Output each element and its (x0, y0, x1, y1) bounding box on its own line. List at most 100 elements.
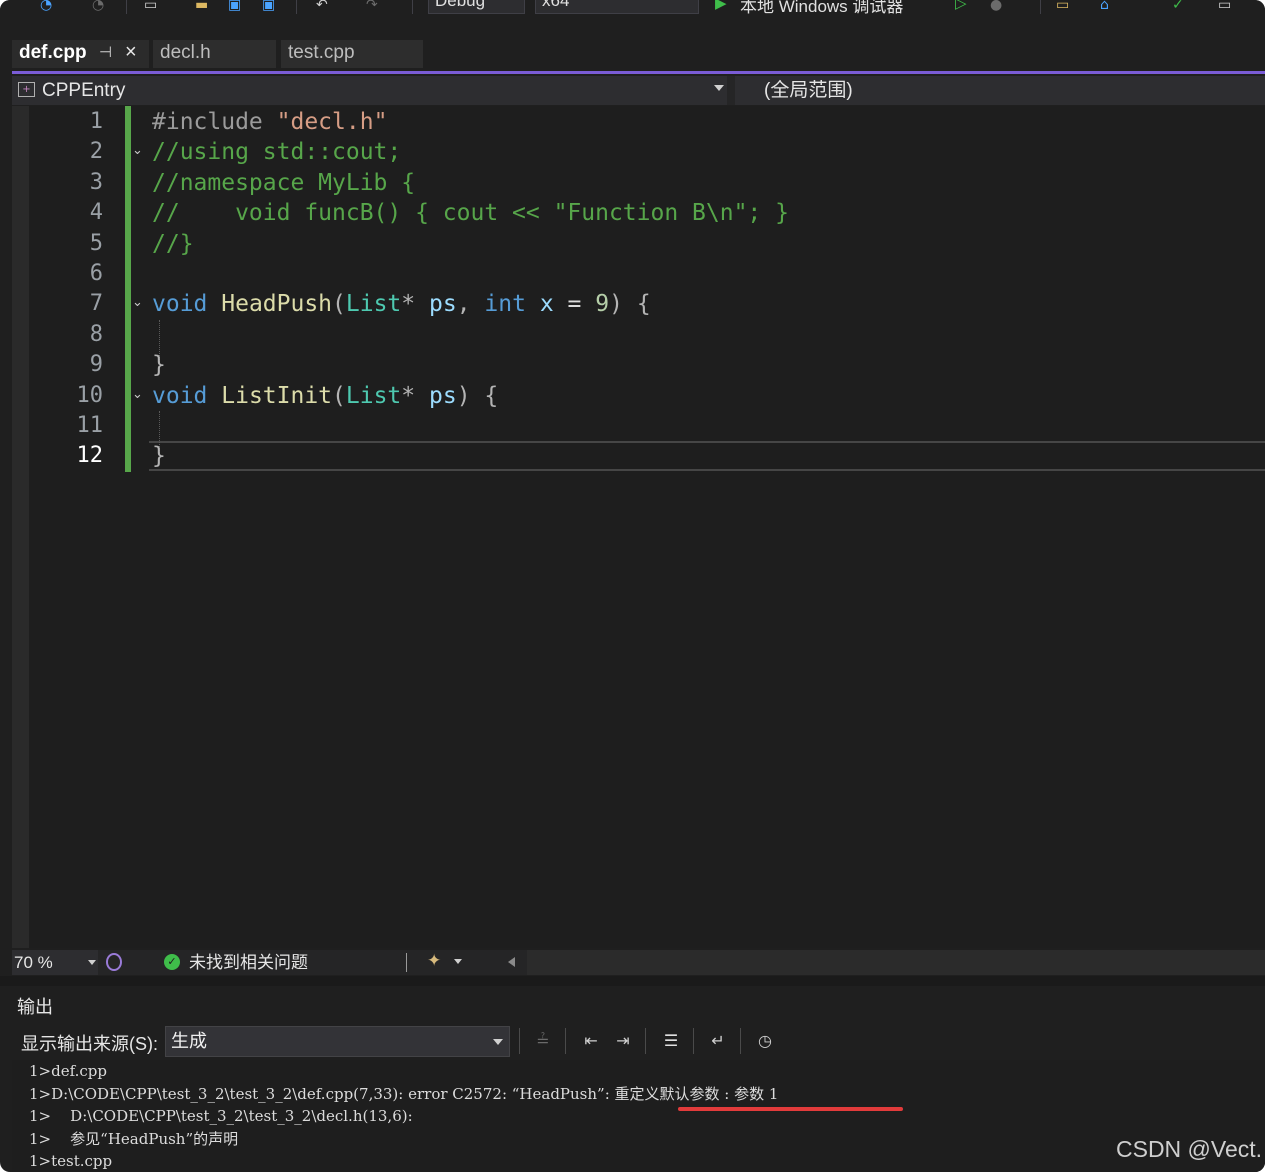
platform-label: x64 (542, 0, 570, 10)
navigation-bar: + CPPEntry (全局范围) (12, 76, 1265, 105)
code-editor[interactable]: 1 #include "decl.h" 2 ⌄ //using std::cou… (12, 106, 1265, 948)
scope-label: (全局范围) (764, 80, 853, 101)
next-message-icon[interactable]: ⇥ (609, 1027, 637, 1055)
project-icon: + (18, 82, 35, 97)
clear-all-icon[interactable]: ☰ (657, 1027, 685, 1055)
fold-chevron-icon[interactable]: ⌄ (132, 387, 143, 402)
line-number: 10 (76, 382, 104, 408)
output-window-icon[interactable]: ▭ (1218, 0, 1231, 12)
platform-combo[interactable]: x64 (535, 0, 699, 14)
panel-splitter[interactable] (0, 976, 1265, 986)
hot-reload-icon[interactable]: ● (990, 0, 1002, 12)
tab-label: def.cpp (19, 42, 87, 63)
save-all-icon[interactable]: ▣ (262, 0, 275, 12)
redo-icon[interactable]: ↷ (366, 0, 378, 12)
toolbar-separator (740, 1028, 741, 1054)
home-icon[interactable]: ⌂ (1100, 0, 1109, 12)
tab-accent-line (12, 71, 1265, 74)
toolbar-separator (645, 1028, 646, 1054)
output-source-value: 生成 (171, 1031, 207, 1051)
line-number: 5 (89, 230, 103, 256)
toolbar-separator (693, 1028, 694, 1054)
error-underline-annotation (678, 1107, 903, 1111)
code-line: 9 } (12, 350, 1265, 380)
fold-chevron-icon[interactable]: ⌄ (132, 143, 143, 158)
code-line: 10 ⌄ void ListInit(List* ps) { (12, 381, 1265, 411)
scope-dropdown[interactable]: (全局范围) (735, 76, 1265, 105)
config-combo[interactable]: Debug (428, 0, 525, 14)
open-folder-icon[interactable]: ▬ (195, 0, 208, 12)
line-number: 11 (76, 413, 104, 438)
project-dropdown[interactable]: + CPPEntry (12, 76, 727, 105)
toolbar-separator (519, 1028, 520, 1054)
code-text: //using std::cout; (152, 139, 402, 166)
code-text: void HeadPush(List* ps, int x = 9) { (152, 291, 651, 318)
issues-status[interactable]: 未找到相关问题 (189, 950, 308, 975)
check-icon[interactable]: ✓ (1172, 0, 1184, 12)
output-panel: 输出 显示输出来源(S): 生成 ≟ ⇤ ⇥ ☰ ↵ ◷ 1>def.cpp 1… (12, 986, 1265, 1172)
chevron-down-icon[interactable] (454, 959, 462, 964)
code-line: 1 #include "decl.h" (12, 107, 1265, 137)
forward-icon[interactable]: ◔ (92, 0, 104, 12)
code-line: 2 ⌄ //using std::cout; (12, 137, 1265, 167)
status-separator (406, 953, 407, 972)
code-text: } (152, 352, 166, 379)
run-target-label[interactable]: 本地 Windows 调试器 (740, 0, 903, 17)
intellicode-icon[interactable] (106, 953, 122, 971)
tab-def-cpp[interactable]: def.cpp ⊣ × (12, 40, 149, 68)
tab-decl-h[interactable]: decl.h (153, 40, 276, 68)
back-icon[interactable]: ◔ (40, 0, 52, 12)
output-source-select[interactable]: 生成 (165, 1026, 510, 1057)
scroll-left-icon[interactable] (508, 957, 515, 967)
tab-label: test.cpp (288, 42, 355, 63)
line-number: 3 (89, 169, 103, 195)
line-number: 8 (89, 321, 103, 347)
pin-icon[interactable]: ⊣ (99, 40, 112, 66)
save-icon[interactable]: ▣ (228, 0, 241, 12)
code-cleanup-icon[interactable]: ✦ (427, 951, 441, 971)
code-line: 4 // void funcB() { cout << "Function B\… (12, 198, 1265, 228)
browse-icon[interactable]: ▭ (1056, 0, 1069, 12)
output-line: 1> 参见“HeadPush”的声明 (29, 1129, 239, 1148)
toolbar-separator (126, 0, 127, 14)
output-line: 1>D:\CODE\CPP\test_3_2\test_3_2\def.cpp(… (29, 1084, 779, 1103)
code-text: // void funcB() { cout << "Function B\n"… (152, 200, 789, 227)
document-tabs: def.cpp ⊣ × decl.h test.cpp (0, 36, 1265, 72)
toolbar-separator (296, 0, 297, 14)
code-line: 3 //namespace MyLib { (12, 168, 1265, 198)
fold-chevron-icon[interactable]: ⌄ (132, 295, 143, 310)
code-line: 12 } (12, 441, 1265, 471)
line-number: 9 (89, 352, 103, 378)
code-text: //namespace MyLib { (152, 169, 416, 196)
new-project-icon[interactable]: ▭ (144, 0, 157, 12)
start-without-debug-icon[interactable]: ▷ (955, 0, 967, 12)
word-wrap-icon[interactable]: ↵ (704, 1027, 732, 1055)
output-source-label: 显示输出来源(S): (21, 1034, 158, 1054)
output-title: 输出 (17, 997, 53, 1017)
project-label: CPPEntry (42, 80, 126, 101)
line-number: 12 (76, 443, 104, 469)
zoom-dropdown[interactable]: 70 % (12, 950, 98, 975)
output-line: 1>test.cpp (29, 1152, 113, 1170)
close-icon[interactable]: × (125, 39, 137, 65)
prev-message-icon[interactable]: ⇤ (577, 1027, 605, 1055)
toolbar-separator (1040, 0, 1041, 14)
code-text: } (152, 443, 166, 470)
tab-test-cpp[interactable]: test.cpp (281, 40, 423, 68)
undo-icon[interactable]: ↶ (316, 0, 328, 12)
code-line: 5 //} (12, 229, 1265, 259)
code-line: 6 (12, 259, 1265, 289)
clock-icon[interactable]: ◷ (751, 1027, 779, 1055)
find-message-icon[interactable]: ≟ (529, 1027, 557, 1055)
chevron-down-icon (493, 1039, 503, 1045)
toolbar-separator (565, 1028, 566, 1054)
code-line: 8 (12, 320, 1265, 350)
toolbar-separator (412, 0, 413, 14)
start-debug-icon[interactable]: ▶ (715, 0, 727, 12)
code-text: void ListInit(List* ps) { (152, 382, 499, 409)
horizontal-scrollbar[interactable] (527, 950, 1265, 975)
line-number: 6 (89, 261, 103, 286)
code-line: 7 ⌄ void HeadPush(List* ps, int x = 9) { (12, 289, 1265, 319)
output-line: 1>def.cpp (29, 1062, 107, 1080)
output-text[interactable]: 1>def.cpp 1>D:\CODE\CPP\test_3_2\test_3_… (12, 1060, 1265, 1172)
